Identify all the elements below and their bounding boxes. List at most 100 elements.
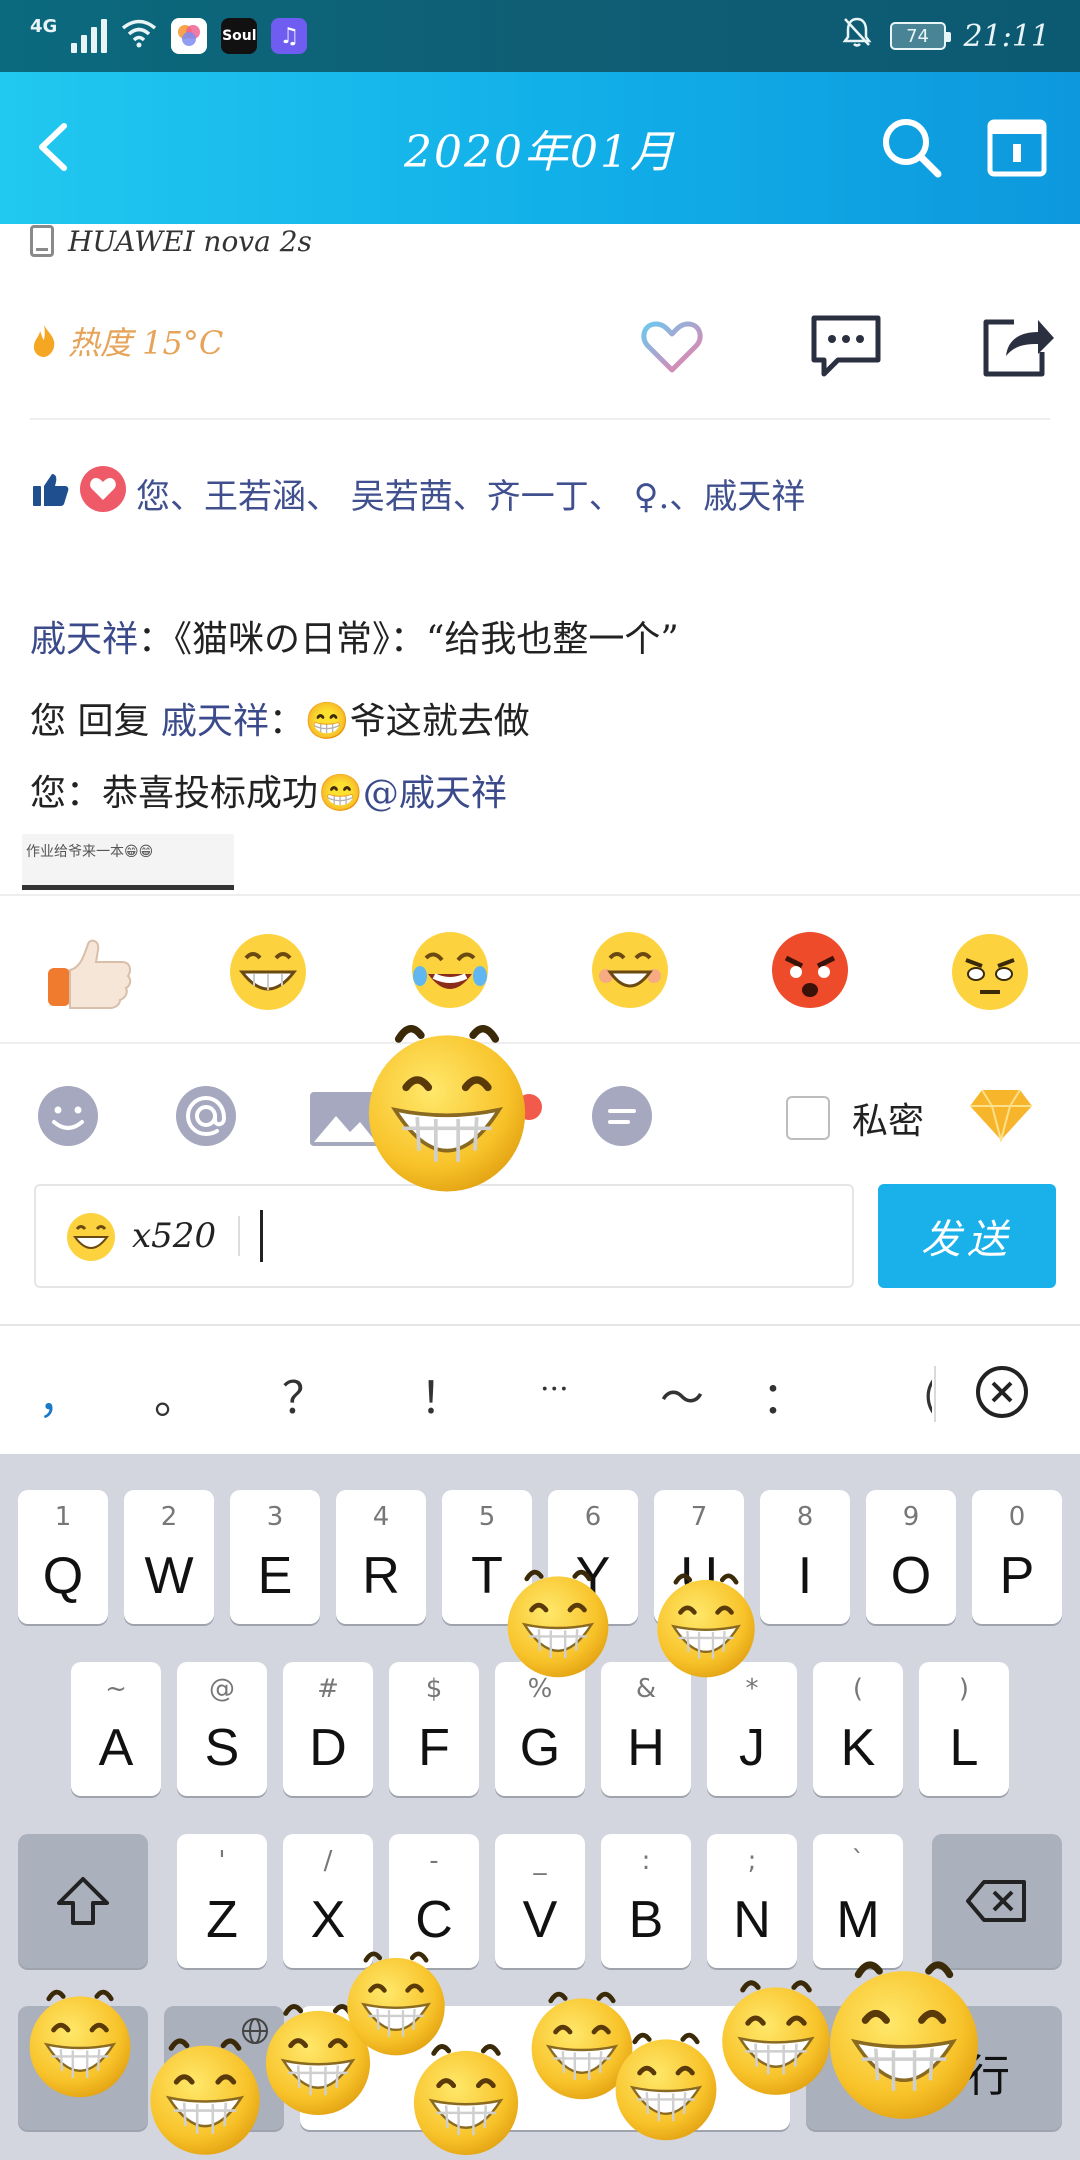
floating-grin-emoji (20, 1982, 140, 2102)
key-symbol: ( (852, 1674, 864, 1704)
comment-icon (811, 315, 881, 377)
emoji-panel-button[interactable] (36, 1084, 100, 1148)
key-letter: V (522, 1891, 558, 1949)
punct-key[interactable]: 。 (154, 1362, 198, 1426)
key-letter: Q (42, 1547, 84, 1605)
quick-reply-button[interactable] (590, 1084, 654, 1148)
punct-key[interactable]: ？ (282, 1362, 326, 1426)
battery-level: 74 (906, 25, 929, 47)
shift-icon (57, 1877, 109, 1925)
key-number: 2 (160, 1502, 178, 1532)
wifi-icon (121, 18, 157, 54)
liker-names: 您、王若涵、 吴若茜、齐一丁、 ♀.、戚天祥 (136, 477, 806, 517)
close-circle-icon (976, 1366, 1028, 1418)
key-letter: M (836, 1891, 880, 1949)
grin-emoji[interactable] (226, 928, 310, 1012)
calendar-icon (987, 119, 1047, 177)
thumbs-up-emoji[interactable] (44, 928, 132, 1012)
key-symbol: - (429, 1846, 439, 1876)
key-m[interactable]: ` M (813, 1834, 903, 1968)
key-symbol: : (641, 1846, 651, 1876)
search-button[interactable] (876, 112, 946, 182)
send-button[interactable]: 发送 (878, 1184, 1056, 1288)
key-f[interactable]: $ F (389, 1662, 479, 1796)
key-letter: I (797, 1547, 813, 1605)
photos-app-icon (171, 18, 208, 54)
backspace-key[interactable] (932, 1834, 1062, 1968)
key-q[interactable]: 1Q (18, 1490, 108, 1624)
key-letter: N (733, 1891, 771, 1949)
key-w[interactable]: 2W (124, 1490, 214, 1624)
emoji-count: x520 (132, 1216, 217, 1256)
punct-key[interactable]: （ (896, 1362, 932, 1426)
key-k[interactable]: (K (813, 1662, 903, 1796)
divider (30, 418, 1050, 420)
comment-mention[interactable]: @戚天祥 (363, 773, 507, 814)
attached-image-thumbnail[interactable]: 作业给爷来一本😁😁 (22, 834, 234, 890)
key-e[interactable]: 3E (230, 1490, 320, 1624)
private-checkbox[interactable] (786, 1096, 830, 1140)
key-j[interactable]: * J (707, 1662, 797, 1796)
punct-separator (934, 1366, 936, 1422)
comment-item[interactable]: 您 回复 戚天祥：😁爷这就去做 (30, 692, 530, 744)
thumbnail-caption: 作业给爷来一本😁😁 (26, 844, 154, 860)
key-p[interactable]: 0P (972, 1490, 1062, 1624)
like-button[interactable] (640, 316, 704, 376)
thumbs-up-icon (30, 468, 70, 530)
key-z[interactable]: ' Z (177, 1834, 267, 1968)
text-caret (260, 1210, 264, 1262)
key-g[interactable]: % G (495, 1662, 585, 1796)
comment-author[interactable]: 戚天祥 (30, 619, 138, 660)
calendar-button[interactable] (984, 114, 1050, 180)
key-number: 7 (690, 1502, 708, 1532)
signal-icon (71, 19, 108, 53)
mention-button[interactable] (174, 1084, 238, 1148)
key-o[interactable]: 9O (866, 1490, 956, 1624)
annoyed-emoji[interactable] (948, 928, 1032, 1012)
punct-key[interactable]: ： (762, 1362, 806, 1426)
key-h[interactable]: & H (601, 1662, 691, 1796)
key-i[interactable]: 8I (760, 1490, 850, 1624)
punct-key[interactable]: ··· (540, 1372, 569, 1407)
comment-text: ：《猫咪の日常》：“给我也整一个” (138, 619, 679, 660)
key-v[interactable]: _ V (495, 1834, 585, 1968)
key-symbol: ~ (105, 1674, 127, 1704)
key-l[interactable]: ) L (919, 1662, 1009, 1796)
key-d[interactable]: # D (283, 1662, 373, 1796)
laugh-cry-emoji[interactable] (408, 928, 492, 1012)
key-r[interactable]: 4R (336, 1490, 426, 1624)
floating-grin-emoji (354, 1006, 540, 1206)
key-number: 5 (478, 1502, 496, 1532)
key-letter: C (415, 1891, 453, 1949)
comment-item[interactable]: 您：恭喜投标成功😁@戚天祥 (30, 764, 507, 816)
comment-author[interactable]: 戚天祥 (161, 701, 269, 742)
key-number: 9 (902, 1502, 920, 1532)
punct-key[interactable]: ， (38, 1362, 82, 1426)
private-toggle[interactable]: 私密 (786, 1092, 924, 1144)
key-a[interactable]: ~ A (71, 1662, 161, 1796)
key-symbol: ' (218, 1846, 226, 1876)
device-info: HUAWEI nova 2s (30, 224, 312, 258)
grin-blush-emoji[interactable] (588, 928, 672, 1012)
close-punctuation-button[interactable] (974, 1364, 1030, 1420)
music-app-icon: ♫ (271, 18, 308, 54)
punct-key[interactable]: ！ (420, 1362, 464, 1426)
floating-grin-emoji (140, 2030, 270, 2160)
phone-icon (30, 225, 54, 257)
key-number: 6 (584, 1502, 602, 1532)
key-b[interactable]: :B (601, 1834, 691, 1968)
comment-item[interactable]: 戚天祥：《猫咪の日常》：“给我也整一个” (30, 610, 679, 662)
key-n[interactable]: ; N (707, 1834, 797, 1968)
key-letter: A (98, 1719, 134, 1777)
key-letter: P (999, 1547, 1035, 1605)
shift-key[interactable] (18, 1834, 148, 1968)
soul-app-icon: Soul (221, 18, 258, 54)
share-button[interactable] (980, 312, 1056, 380)
key-s[interactable]: @ S (177, 1662, 267, 1796)
diamond-icon[interactable] (968, 1088, 1034, 1144)
key-number: 1 (54, 1502, 72, 1532)
comment-text: ：恭喜投标成功😁 (66, 773, 363, 814)
angry-emoji[interactable] (768, 928, 852, 1012)
punct-key[interactable]: ～ (660, 1362, 704, 1426)
comment-button[interactable] (808, 312, 884, 380)
